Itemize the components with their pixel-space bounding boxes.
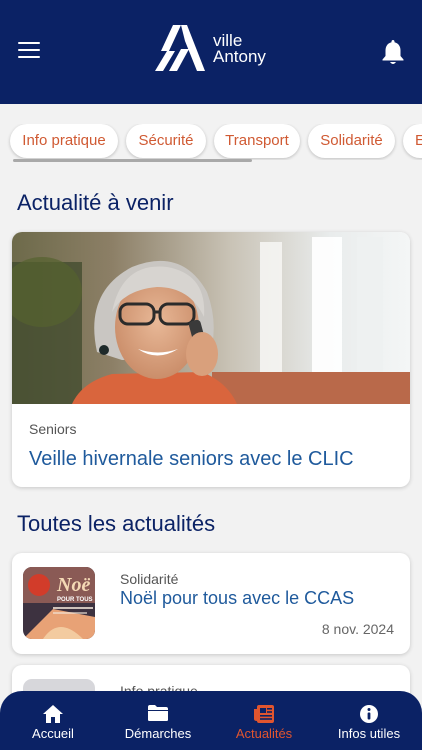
chip-solidarite[interactable]: Solidarité (308, 124, 395, 158)
logo-text: ville Antony (213, 32, 266, 66)
app-header: ville Antony (0, 0, 422, 104)
featured-news-title: Veille hivernale seniors avec le CLIC (29, 448, 354, 470)
chip-transport[interactable]: Transport (214, 124, 300, 158)
nav-demarches-label: Démarches (124, 726, 192, 741)
nav-demarches[interactable]: Démarches (108, 691, 208, 750)
upcoming-section-title: Actualité à venir (17, 190, 174, 215)
senior-woman-phone-photo (12, 232, 410, 404)
ville-antony-logo[interactable]: ville Antony (155, 24, 266, 74)
newspaper-icon (254, 705, 274, 723)
chip-next[interactable]: E (403, 124, 422, 158)
antony-logo-icon (155, 25, 205, 71)
chip-info-pratique[interactable]: Info pratique (10, 124, 118, 158)
noel-poster-image: Noë POUR TOUS (23, 567, 95, 639)
folder-icon (148, 705, 168, 721)
nav-accueil[interactable]: Accueil (3, 691, 103, 750)
nav-infos-utiles-label: Infos utiles (337, 726, 401, 741)
news-category: Solidarité (120, 571, 179, 587)
news-title: Noël pour tous avec le CCAS (120, 588, 355, 608)
nav-actualites-label: Actualités (235, 726, 293, 741)
nav-accueil-label: Accueil (32, 726, 74, 741)
logo-line-2: Antony (213, 47, 266, 66)
featured-news-card[interactable]: Seniors Veille hivernale seniors avec le… (12, 232, 410, 487)
news-card[interactable]: Noë POUR TOUS Solidarité Noël pour tous … (12, 553, 410, 654)
menu-button[interactable] (18, 42, 40, 60)
news-thumbnail: Noë POUR TOUS (23, 567, 95, 639)
nav-actualites[interactable]: Actualités (214, 691, 314, 750)
news-date: 8 nov. 2024 (321, 621, 394, 637)
thumb-subtitle-text: POUR TOUS (57, 597, 93, 603)
notifications-button[interactable] (380, 38, 406, 66)
home-icon (43, 705, 63, 723)
all-news-section-title: Toutes les actualités (17, 511, 216, 536)
bell-icon (382, 40, 404, 64)
thumb-title-text: Noë (56, 574, 90, 596)
chip-securite[interactable]: Sécurité (126, 124, 206, 158)
info-icon (360, 705, 378, 723)
chips-scrollbar[interactable] (13, 159, 252, 162)
featured-news-category: Seniors (29, 421, 77, 437)
bottom-navigation: Accueil Démarches Actualités Infos utile… (0, 691, 422, 750)
nav-infos-utiles[interactable]: Infos utiles (319, 691, 419, 750)
category-filter-bar[interactable]: Info pratique Sécurité Transport Solidar… (0, 124, 422, 160)
hamburger-menu-icon (18, 42, 40, 58)
